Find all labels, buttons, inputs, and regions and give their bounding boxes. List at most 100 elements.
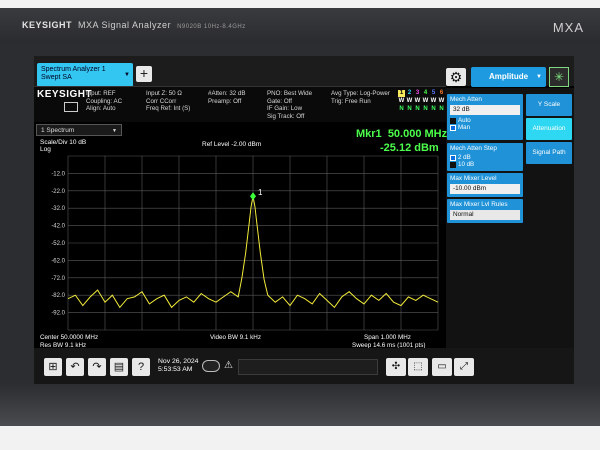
max-mixer-rules-value: Normal: [453, 211, 474, 218]
marker-label: Mkr1: [356, 128, 382, 140]
window-selector[interactable]: 1 Spectrum ▼: [36, 124, 122, 136]
scale-per-div: Scale/Div 10 dB: [40, 139, 87, 146]
max-mixer-rules-dropdown[interactable]: Normal: [450, 210, 520, 220]
tab-attenuation[interactable]: Attenuation: [526, 118, 572, 140]
atten-settings[interactable]: #Atten: 32 dB Preamp: Off: [208, 90, 246, 105]
y-tick-label: -32.0: [51, 206, 65, 212]
trace-detector: N: [399, 106, 404, 112]
gate-value: Gate: Off: [267, 97, 292, 105]
ref-level: Ref Level -2.00 dBm: [202, 141, 262, 148]
max-mixer-level-input[interactable]: -10.00 dBm: [450, 184, 520, 194]
trace-detector: N: [415, 106, 420, 112]
mech-atten-label: Mech Atten: [450, 96, 482, 103]
status-message-bar[interactable]: [238, 359, 378, 375]
sweep-status-button[interactable]: ✳: [549, 67, 569, 87]
settings-button[interactable]: ⚙: [446, 68, 466, 86]
if-gain-value: IF Gain: Low: [267, 105, 303, 112]
trace-indicator[interactable]: 1 2 3 4 5 6 W W W W W W N N N N N N: [398, 90, 445, 114]
preamp-value: Preamp: Off: [208, 97, 242, 105]
max-mixer-rules-control[interactable]: Max Mixer Lvl Rules Normal: [447, 199, 523, 223]
atten-value: #Atten: 32 dB: [208, 90, 246, 97]
chevron-down-icon: ▼: [112, 128, 117, 134]
marker-readout: Mkr1 50.000 MHz: [356, 128, 447, 140]
keysight-logo: KEYSIGHT: [37, 89, 93, 100]
video-bw[interactable]: Video BW 9.1 kHz: [210, 334, 261, 341]
mech-atten-step-label: Mech Atten Step: [450, 145, 497, 152]
tab-y-scale[interactable]: Y Scale: [526, 94, 572, 116]
trace-detector: N: [423, 106, 428, 112]
mech-atten-control[interactable]: Mech Atten 32 dB Auto Man: [447, 94, 523, 140]
step-2db-radio[interactable]: [450, 154, 456, 161]
window-selector-label: 1 Spectrum: [41, 127, 75, 134]
keyboard-toggle-icon[interactable]: [202, 360, 220, 372]
man-radio[interactable]: [450, 124, 456, 131]
file-button[interactable]: ▤: [110, 358, 128, 376]
monitor-icon: [64, 102, 78, 112]
amplitude-menu-button[interactable]: Amplitude ▼: [471, 67, 546, 87]
trace-number: 4: [423, 90, 428, 96]
help-icon: ?: [137, 361, 145, 373]
y-tick-label: -52.0: [51, 241, 65, 247]
fullscreen-icon: ⤢: [460, 361, 468, 372]
trace-type: W: [398, 98, 405, 104]
mech-atten-input[interactable]: 32 dB: [450, 105, 520, 115]
bezel-bottom: [0, 384, 600, 426]
warning-icon[interactable]: ⚠: [224, 360, 233, 371]
date: Nov 26, 2024: [158, 358, 199, 365]
trace-detector: N: [439, 106, 444, 112]
span[interactable]: Span 1.000 MHz: [364, 334, 411, 341]
spectrum-graph[interactable]: -12.0 -22.0 -32.0 -42.0 -52.0 -62.0 -72.0 -82.0…: [34, 148, 446, 348]
input-value: Input: REF: [86, 90, 116, 97]
step-10db-radio[interactable]: [450, 161, 456, 168]
add-screen-button[interactable]: +: [136, 66, 152, 82]
pno-settings[interactable]: PNO: Best Wide Gate: Off IF Gain: Low Si…: [267, 90, 312, 120]
fullscreen-button[interactable]: ⤢: [454, 358, 474, 376]
trace-number: 5: [431, 90, 436, 96]
coupling-value: Coupling: AC: [86, 97, 123, 105]
center-frequency[interactable]: Center 50.0000 MHz: [40, 334, 98, 341]
marker-1[interactable]: 1: [250, 188, 263, 201]
settings-bar: KEYSIGHT Input: REF Coupling: AC Align: …: [34, 86, 446, 122]
softkey-panel: Mech Atten 32 dB Auto Man Mech Atten Ste…: [446, 88, 574, 384]
marker-tool-icon: ✣: [391, 361, 401, 372]
marker-frequency: 50.000 MHz: [387, 128, 448, 140]
marker-tool-button[interactable]: ✣: [386, 358, 406, 376]
window-tool-button[interactable]: ▭: [432, 358, 452, 376]
analyzer-screen: Spectrum Analyzer 1 Swept SA ▼ + ⚙ Ampli…: [34, 56, 574, 384]
auto-radio[interactable]: [450, 117, 456, 124]
auto-label: Auto: [458, 117, 471, 124]
mech-atten-step-control[interactable]: Mech Atten Step 2 dB 10 dB: [447, 143, 523, 171]
gear-icon: ⚙: [449, 69, 463, 85]
tab-signal-path[interactable]: Signal Path: [526, 142, 572, 164]
align-value: Align: Auto: [86, 105, 116, 112]
max-mixer-level-control[interactable]: Max Mixer Level -10.00 dBm: [447, 173, 523, 197]
input-z-settings[interactable]: Input Z: 50 Ω Corr CCorr Freq Ref: Int (…: [146, 90, 190, 113]
zoom-tool-button[interactable]: ⬚: [408, 358, 428, 376]
part-number: N9020B 10Hz-8.4GHz: [177, 24, 246, 30]
input-settings[interactable]: Input: REF Coupling: AC Align: Auto: [86, 90, 122, 113]
brand-name: KEYSIGHT: [22, 20, 73, 30]
trace-type: W: [406, 98, 413, 104]
y-tick-label: -12.0: [51, 171, 65, 177]
windows-start-button[interactable]: ⊞: [44, 358, 62, 376]
trace-type: W: [414, 98, 421, 104]
window-icon: ▭: [437, 361, 447, 372]
man-label: Man: [458, 124, 471, 131]
chevron-down-icon: ▼: [536, 74, 542, 80]
input-z-value: Input Z: 50 Ω: [146, 90, 182, 97]
top-toolbar: Spectrum Analyzer 1 Swept SA ▼ + ⚙ Ampli…: [34, 56, 574, 87]
sig-track-value: Sig Track: Off: [267, 112, 305, 120]
help-button[interactable]: ?: [132, 358, 150, 376]
windows-icon: ⊞: [48, 361, 58, 373]
avg-settings[interactable]: Avg Type: Log-Power Trig: Free Run: [331, 90, 390, 105]
undo-button[interactable]: ↶: [66, 358, 84, 376]
measurement-tab[interactable]: Spectrum Analyzer 1 Swept SA ▼: [37, 63, 133, 87]
date-time: Nov 26, 2024 5:53:53 AM: [158, 358, 198, 374]
trace-number: 3: [415, 90, 420, 96]
trace-number: 2: [407, 90, 412, 96]
y-tick-label: -72.0: [51, 276, 65, 282]
redo-button[interactable]: ↷: [88, 358, 106, 376]
trace-type: W: [430, 98, 437, 104]
y-tick-label: -92.0: [51, 311, 65, 317]
max-mixer-level-label: Max Mixer Level: [450, 175, 497, 182]
